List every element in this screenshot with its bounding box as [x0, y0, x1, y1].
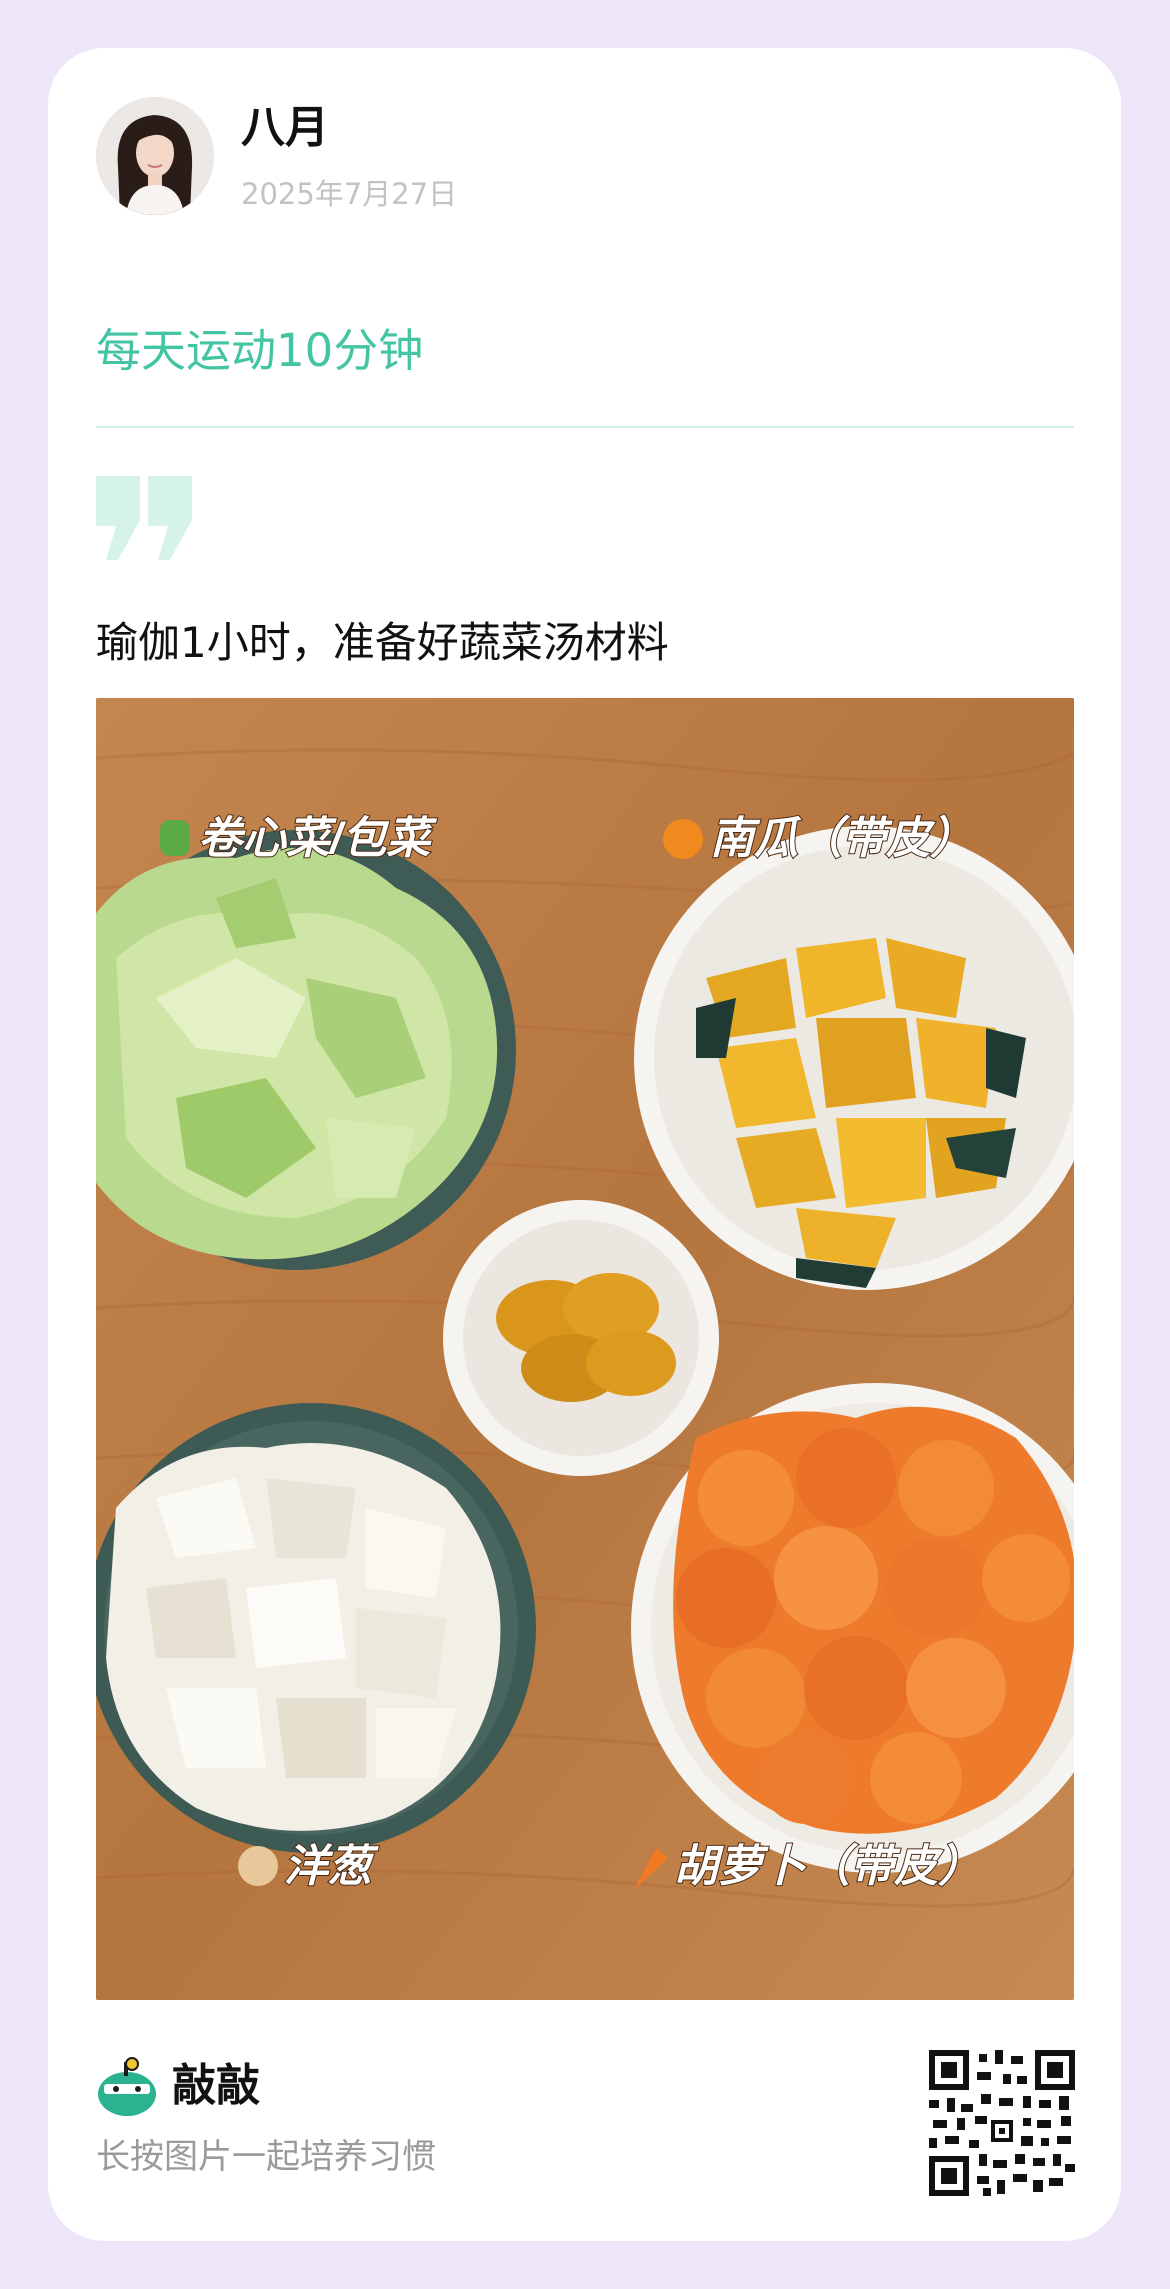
divider [96, 426, 1074, 428]
user-avatar[interactable] [96, 97, 214, 215]
quote-icon [96, 476, 192, 560]
label-onion: 洋葱 [238, 1841, 380, 1892]
label-carrot-text: 胡萝卜（带皮） [674, 1842, 982, 1891]
mascot-icon [98, 2057, 156, 2116]
leafy-green-icon [160, 820, 190, 856]
user-name[interactable]: 八月 [241, 106, 329, 150]
post-text: 瑜伽1小时，准备好蔬菜汤材料 [96, 618, 669, 667]
post-date: 2025年7月27日 [241, 177, 458, 211]
label-pumpkin-text: 南瓜（带皮） [710, 814, 974, 863]
label-cabbage-text: 卷心菜/包菜 [198, 814, 437, 863]
label-onion-text: 洋葱 [284, 1842, 379, 1891]
onion-icon [238, 1846, 278, 1886]
label-carrot: 胡萝卜（带皮） [634, 1841, 983, 1892]
pumpkin-icon [663, 819, 703, 859]
onion-pile [106, 1443, 501, 1831]
brand-slogan: 长按图片一起培养习惯 [96, 2137, 436, 2177]
qr-code-icon[interactable] [929, 2050, 1075, 2196]
post-photo[interactable]: 卷心菜/包菜 南瓜（带皮） 洋葱 胡萝卜（带皮） [96, 698, 1074, 2000]
label-cabbage: 卷心菜/包菜 [160, 813, 438, 864]
label-pumpkin: 南瓜（带皮） [663, 813, 975, 864]
post-card: 八月 2025年7月27日 每天运动10分钟 瑜伽1小时，准备好蔬菜汤材料 卷心… [48, 48, 1121, 2241]
brand-name: 敲敲 [172, 2060, 260, 2111]
habit-title[interactable]: 每天运动10分钟 [96, 328, 423, 373]
carrot-pile [673, 1406, 1074, 1834]
